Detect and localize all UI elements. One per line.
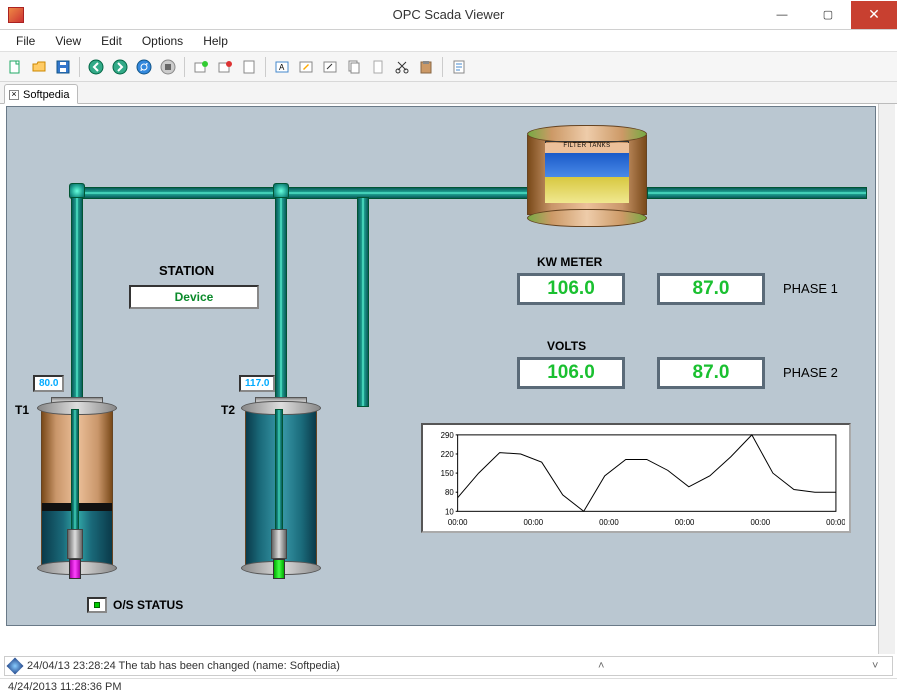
titlebar: OPC Scada Viewer — ▢ ✕ — [0, 0, 897, 30]
os-status-indicator — [87, 597, 107, 613]
svg-text:150: 150 — [441, 469, 455, 478]
text-tool-icon[interactable]: A — [271, 56, 293, 78]
svg-text:00:00: 00:00 — [826, 518, 845, 527]
lcd-kw-phase1: 106.0 — [517, 273, 625, 305]
menu-help[interactable]: Help — [193, 32, 238, 50]
close-tab-icon[interactable] — [214, 56, 236, 78]
status-datetime-bar: 4/24/2013 11:28:36 PM — [0, 678, 897, 698]
open-icon[interactable] — [28, 56, 50, 78]
stop-icon[interactable] — [157, 56, 179, 78]
station-heading: STATION — [159, 263, 214, 278]
tab-label: Softpedia — [23, 89, 69, 101]
menu-view[interactable]: View — [45, 32, 91, 50]
status-log-icon — [7, 658, 24, 675]
tank-t2 — [245, 409, 317, 569]
lcd-volts-phase2: 87.0 — [657, 357, 765, 389]
scada-canvas[interactable]: FILTER TANKS STATION Device 80.0 T1 117.… — [6, 106, 876, 626]
new-tab-icon[interactable] — [190, 56, 212, 78]
os-status: O/S STATUS — [87, 597, 183, 613]
svg-text:00:00: 00:00 — [448, 518, 468, 527]
lcd-volts-phase1: 106.0 — [517, 357, 625, 389]
tab-close-icon[interactable]: × — [9, 90, 19, 100]
filter-tank-label: FILTER TANKS — [545, 143, 629, 153]
app-icon — [8, 7, 24, 23]
station-device-box[interactable]: Device — [129, 285, 259, 309]
os-status-label: O/S STATUS — [113, 598, 183, 612]
cut-icon[interactable] — [391, 56, 413, 78]
menu-file[interactable]: File — [6, 32, 45, 50]
tabstrip: × Softpedia — [0, 82, 897, 104]
status-scroll-down[interactable]: ˅ — [872, 660, 888, 672]
kw-meter-label: KW METER — [537, 255, 602, 269]
svg-text:290: 290 — [441, 431, 455, 440]
pump-t1 — [67, 529, 83, 579]
refresh-icon[interactable] — [133, 56, 155, 78]
document-icon[interactable] — [367, 56, 389, 78]
copy-icon[interactable] — [343, 56, 365, 78]
phase1-label: PHASE 1 — [783, 281, 838, 296]
maximize-button[interactable]: ▢ — [805, 1, 851, 29]
canvas-area: FILTER TANKS STATION Device 80.0 T1 117.… — [2, 104, 895, 654]
properties-icon[interactable] — [448, 56, 470, 78]
svg-text:220: 220 — [441, 450, 455, 459]
t1-value-badge: 80.0 — [33, 375, 64, 392]
svg-text:00:00: 00:00 — [599, 518, 619, 527]
menubar: File View Edit Options Help — [0, 30, 897, 52]
menu-edit[interactable]: Edit — [91, 32, 132, 50]
tab-softpedia[interactable]: × Softpedia — [4, 84, 78, 104]
volts-label: VOLTS — [547, 339, 586, 353]
svg-text:10: 10 — [445, 507, 454, 516]
pipe-down-3 — [357, 197, 369, 407]
status-log-text: 24/04/13 23:28:24 The tab has been chang… — [27, 660, 340, 672]
vertical-scrollbar[interactable] — [878, 104, 895, 654]
forward-icon[interactable] — [109, 56, 131, 78]
station-device-value: Device — [175, 290, 214, 304]
window-controls: — ▢ ✕ — [759, 1, 897, 29]
save-icon[interactable] — [52, 56, 74, 78]
filter-tank: FILTER TANKS — [527, 125, 647, 225]
t2-value-badge: 117.0 — [239, 375, 275, 392]
lcd-kw-phase2: 87.0 — [657, 273, 765, 305]
svg-text:A: A — [279, 63, 285, 72]
svg-text:00:00: 00:00 — [675, 518, 695, 527]
close-button[interactable]: ✕ — [851, 1, 897, 29]
svg-text:00:00: 00:00 — [523, 518, 543, 527]
svg-text:80: 80 — [445, 488, 454, 497]
back-icon[interactable] — [85, 56, 107, 78]
shape-tool-icon[interactable] — [319, 56, 341, 78]
status-log-bar: 24/04/13 23:28:24 The tab has been chang… — [4, 656, 893, 676]
pipe-main-left — [77, 187, 529, 199]
paste-icon[interactable] — [415, 56, 437, 78]
window-title: OPC Scada Viewer — [393, 7, 505, 22]
tank-t1 — [41, 409, 113, 569]
svg-text:00:00: 00:00 — [750, 518, 770, 527]
trend-chart: 10 80 150 220 290 00:00 00:00 00:00 00:00 00:00 00… — [421, 423, 851, 533]
status-datetime: 4/24/2013 11:28:36 PM — [8, 681, 122, 693]
page-icon[interactable] — [238, 56, 260, 78]
menu-options[interactable]: Options — [132, 32, 193, 50]
new-icon[interactable] — [4, 56, 26, 78]
t2-label: T2 — [221, 403, 235, 417]
pump-t2 — [271, 529, 287, 579]
pipe-main-right — [647, 187, 867, 199]
minimize-button[interactable]: — — [759, 1, 805, 29]
status-scroll-up[interactable]: ˄ — [598, 660, 614, 672]
toolbar: A — [0, 52, 897, 82]
t1-label: T1 — [15, 403, 29, 417]
phase2-label: PHASE 2 — [783, 365, 838, 380]
edit-tool-icon[interactable] — [295, 56, 317, 78]
